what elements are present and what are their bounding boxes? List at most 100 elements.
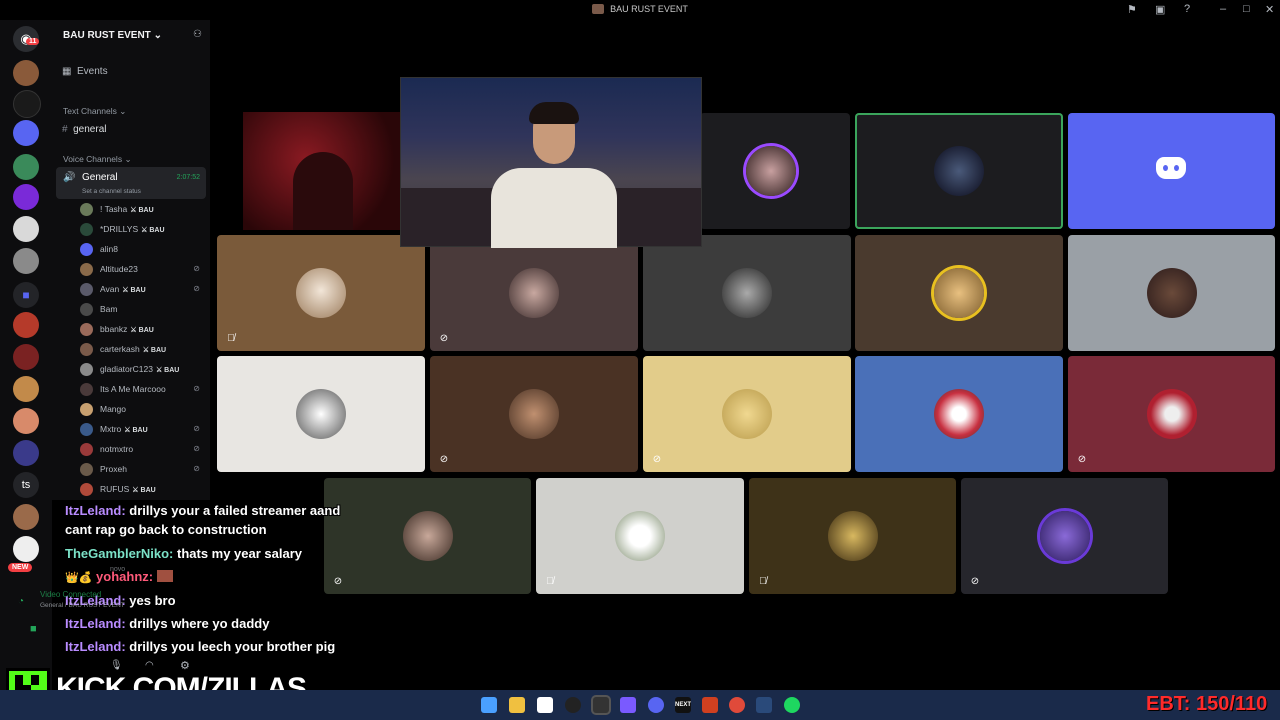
voice-user[interactable]: RUFUS ⚔ BAU [80, 482, 206, 498]
video-tile[interactable]: 🎙̸ [217, 235, 425, 351]
minimize-button[interactable]: – [1220, 3, 1226, 15]
role-tag: ⚔ BAU [142, 347, 167, 354]
video-tile[interactable]: ⊘ [430, 356, 638, 472]
role-tag: ⚔ BAU [130, 207, 154, 214]
headphones-icon[interactable]: ◠ [145, 660, 154, 671]
app-icon[interactable] [620, 697, 636, 713]
video-tile[interactable]: ⊘ [961, 478, 1168, 594]
video-tile[interactable]: 🎙̸ [749, 478, 956, 594]
video-tile[interactable] [643, 235, 851, 351]
channel-general[interactable]: # general [62, 124, 106, 135]
video-tile[interactable] [855, 356, 1063, 472]
voice-user[interactable]: Bam [80, 302, 206, 318]
spotify-icon[interactable] [784, 697, 800, 713]
video-tile[interactable]: ⊘ [643, 356, 851, 472]
discord-icon[interactable] [648, 697, 664, 713]
voice-user[interactable]: Proxeh ⊘ [80, 462, 206, 478]
steam-icon[interactable] [756, 697, 772, 713]
server-icon[interactable] [13, 154, 39, 180]
app-icon[interactable] [702, 697, 718, 713]
server-icon[interactable] [13, 536, 39, 562]
voice-user[interactable]: notmxtro ⊘ [80, 442, 206, 458]
file-explorer-icon[interactable] [509, 697, 525, 713]
server-icon[interactable] [13, 408, 39, 434]
voice-user[interactable]: carterkash ⚔ BAU [80, 342, 206, 358]
voice-user-name: gladiatorC123 ⚔ BAU [100, 364, 180, 374]
server-ts[interactable]: ts [13, 472, 39, 498]
server-icon[interactable] [13, 216, 39, 242]
video-tile[interactable] [700, 113, 850, 229]
avatar [80, 383, 93, 396]
video-tile-speaking[interactable] [855, 113, 1063, 229]
video-tile[interactable] [217, 356, 425, 472]
app-icon[interactable] [537, 697, 553, 713]
avatar [1146, 389, 1197, 439]
video-tile[interactable]: ⊘ [324, 478, 531, 594]
next-icon[interactable]: NEXT [675, 697, 691, 713]
voice-category[interactable]: Voice Channels ⌄ [63, 154, 132, 165]
maximize-button[interactable]: □ [1243, 3, 1250, 15]
server-icon[interactable] [13, 504, 39, 530]
sword-icon: ⚔ [130, 327, 139, 334]
avatar [827, 511, 878, 561]
add-member-icon[interactable]: ⚇ [193, 29, 202, 40]
avatar [80, 283, 93, 296]
server-icon[interactable] [13, 90, 41, 118]
video-tile[interactable]: ⊘ [430, 235, 638, 351]
server-icon[interactable] [13, 60, 39, 86]
voice-user-name: Altitude23 [100, 264, 138, 274]
voice-user[interactable]: gladiatorC123 ⚔ BAU [80, 362, 206, 378]
signal-icon: ◔ [18, 596, 25, 607]
avatar [80, 243, 93, 256]
flag-icon[interactable]: ⚑ [1127, 3, 1137, 16]
video-tile[interactable] [855, 235, 1063, 351]
webcam-overlay-secondary [243, 112, 400, 230]
deafened-icon: ⊘ [193, 464, 200, 473]
camera-icon[interactable]: ■ [30, 623, 37, 635]
video-tile[interactable] [1068, 235, 1275, 351]
voice-user[interactable]: bbankz ⚔ BAU [80, 322, 206, 338]
video-tile[interactable] [1068, 113, 1275, 229]
close-button[interactable]: ✕ [1265, 3, 1274, 16]
app-icon[interactable] [565, 697, 581, 713]
mic-icon[interactable]: 🎙 [110, 660, 123, 671]
server-icon[interactable] [13, 248, 39, 274]
server-icon[interactable] [13, 184, 39, 210]
sword-icon: ⚔ [130, 207, 139, 214]
start-icon[interactable] [481, 697, 497, 713]
voice-user[interactable]: Altitude23 ⊘ [80, 262, 206, 278]
help-icon[interactable]: ? [1184, 3, 1190, 15]
voice-user[interactable]: Its A Me Marcooo ⊘ [80, 382, 206, 398]
video-tile[interactable]: 🎙̸ [536, 478, 744, 594]
voice-user-name: *DRILLYS ⚔ BAU [100, 224, 165, 234]
voice-user[interactable]: Avan ⚔ BAU ⊘ [80, 282, 206, 298]
server-icon[interactable] [13, 120, 39, 146]
voice-user[interactable]: *DRILLYS ⚔ BAU [80, 222, 206, 238]
title-bar: BAU RUST EVENT ⚑ ▣ ? – □ ✕ [0, 0, 1280, 20]
deafened-icon: ⊘ [193, 284, 200, 293]
voice-user[interactable]: ! Tasha ⚔ BAU [80, 202, 206, 218]
voice-user[interactable]: alin8 [80, 242, 206, 258]
channel-status[interactable]: Set a channel status [82, 188, 141, 195]
chrome-icon[interactable] [729, 697, 745, 713]
text-category[interactable]: Text Channels ⌄ [63, 106, 126, 117]
deafened-icon: ⊘ [193, 264, 200, 273]
voice-user[interactable]: Mxtro ⚔ BAU ⊘ [80, 422, 206, 438]
settings-gear-icon[interactable]: ⚙ [180, 659, 190, 672]
chat-line: ItzLeland: drillys your a failed streame… [65, 503, 341, 518]
server-icon[interactable] [13, 440, 39, 466]
voice-channel-general[interactable]: 🔊 General 2:07:52 Set a channel status [56, 167, 206, 199]
server-icon[interactable] [13, 344, 39, 370]
avatar [296, 268, 346, 318]
voice-user[interactable]: Mango [80, 402, 206, 418]
avatar [934, 146, 984, 196]
folder-icon[interactable]: ■ [13, 282, 39, 308]
events-link[interactable]: ▦ Events [62, 66, 108, 77]
server-name[interactable]: BAU RUST EVENT ⌄ [63, 30, 162, 41]
app-icon[interactable] [593, 697, 609, 713]
server-icon[interactable] [13, 376, 39, 402]
server-icon[interactable] [13, 312, 39, 338]
inbox-icon[interactable]: ▣ [1155, 3, 1165, 16]
video-tile[interactable]: ⊘ [1068, 356, 1275, 472]
deafened-icon: ⊘ [193, 444, 200, 453]
